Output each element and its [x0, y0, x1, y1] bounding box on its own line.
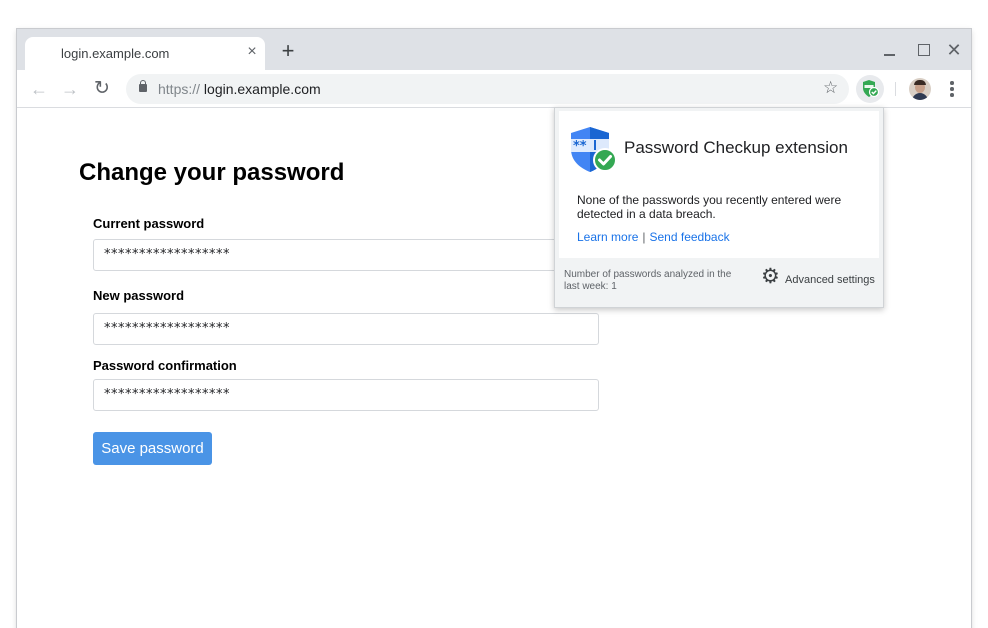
forward-arrow-icon[interactable]: → [59, 78, 81, 100]
send-feedback-link[interactable]: Send feedback [650, 230, 730, 244]
new-password-label: New password [93, 288, 185, 303]
save-password-button[interactable]: Save password [93, 432, 212, 465]
browser-toolbar: ← → ↻ https:// login.example.com ☆ [17, 70, 971, 108]
learn-more-link[interactable]: Learn more [577, 230, 638, 244]
browser-tab[interactable]: login.example.com × [25, 37, 265, 70]
svg-text:**: ** [573, 139, 587, 154]
lock-icon [139, 80, 147, 92]
url-scheme: https:// [158, 81, 201, 97]
popup-title: Password Checkup extension [624, 138, 848, 157]
toolbar-separator [895, 82, 896, 96]
bookmark-star-icon[interactable]: ☆ [823, 78, 838, 98]
minimize-window-icon[interactable] [880, 41, 900, 59]
reload-icon[interactable]: ↻ [91, 78, 113, 100]
page-title: Change your password [79, 159, 345, 186]
passwords-analyzed-stat: Number of passwords analyzed in the last… [564, 269, 732, 292]
maximize-window-icon[interactable] [913, 41, 933, 59]
url-text[interactable]: https:// login.example.com [158, 81, 321, 97]
tab-close-icon[interactable]: × [243, 43, 261, 61]
current-password-label: Current password [93, 216, 205, 231]
url-host: login.example.com [203, 81, 321, 97]
link-divider: | [642, 230, 646, 244]
password-checkup-shield-icon [863, 80, 879, 98]
password-checkup-popup: ** Password Checkup extension None of th… [554, 107, 884, 308]
new-password-input[interactable]: ****************** [93, 313, 599, 345]
close-window-icon[interactable]: ✕ [944, 41, 964, 59]
title-bar: login.example.com × + ✕ [17, 29, 971, 70]
tab-title: login.example.com [61, 46, 170, 61]
address-bar[interactable]: https:// login.example.com ☆ [126, 74, 849, 104]
popup-card: ** Password Checkup extension None of th… [559, 111, 879, 258]
password-confirmation-label: Password confirmation [93, 358, 237, 373]
new-tab-button[interactable]: + [277, 40, 299, 62]
popup-links: Learn more | Send feedback [577, 230, 730, 244]
popup-message: None of the passwords you recently enter… [577, 193, 842, 221]
password-checkup-extension-button[interactable] [856, 75, 884, 103]
gear-icon: ⚙ [761, 265, 780, 288]
advanced-settings-label: Advanced settings [785, 274, 875, 286]
kebab-menu-icon[interactable] [945, 79, 959, 99]
password-confirmation-input[interactable]: ****************** [93, 379, 599, 411]
back-arrow-icon[interactable]: ← [28, 78, 50, 100]
password-checkup-shield-icon: ** [571, 127, 617, 172]
current-password-input[interactable]: ****************** [93, 239, 599, 271]
profile-avatar[interactable] [909, 78, 931, 100]
